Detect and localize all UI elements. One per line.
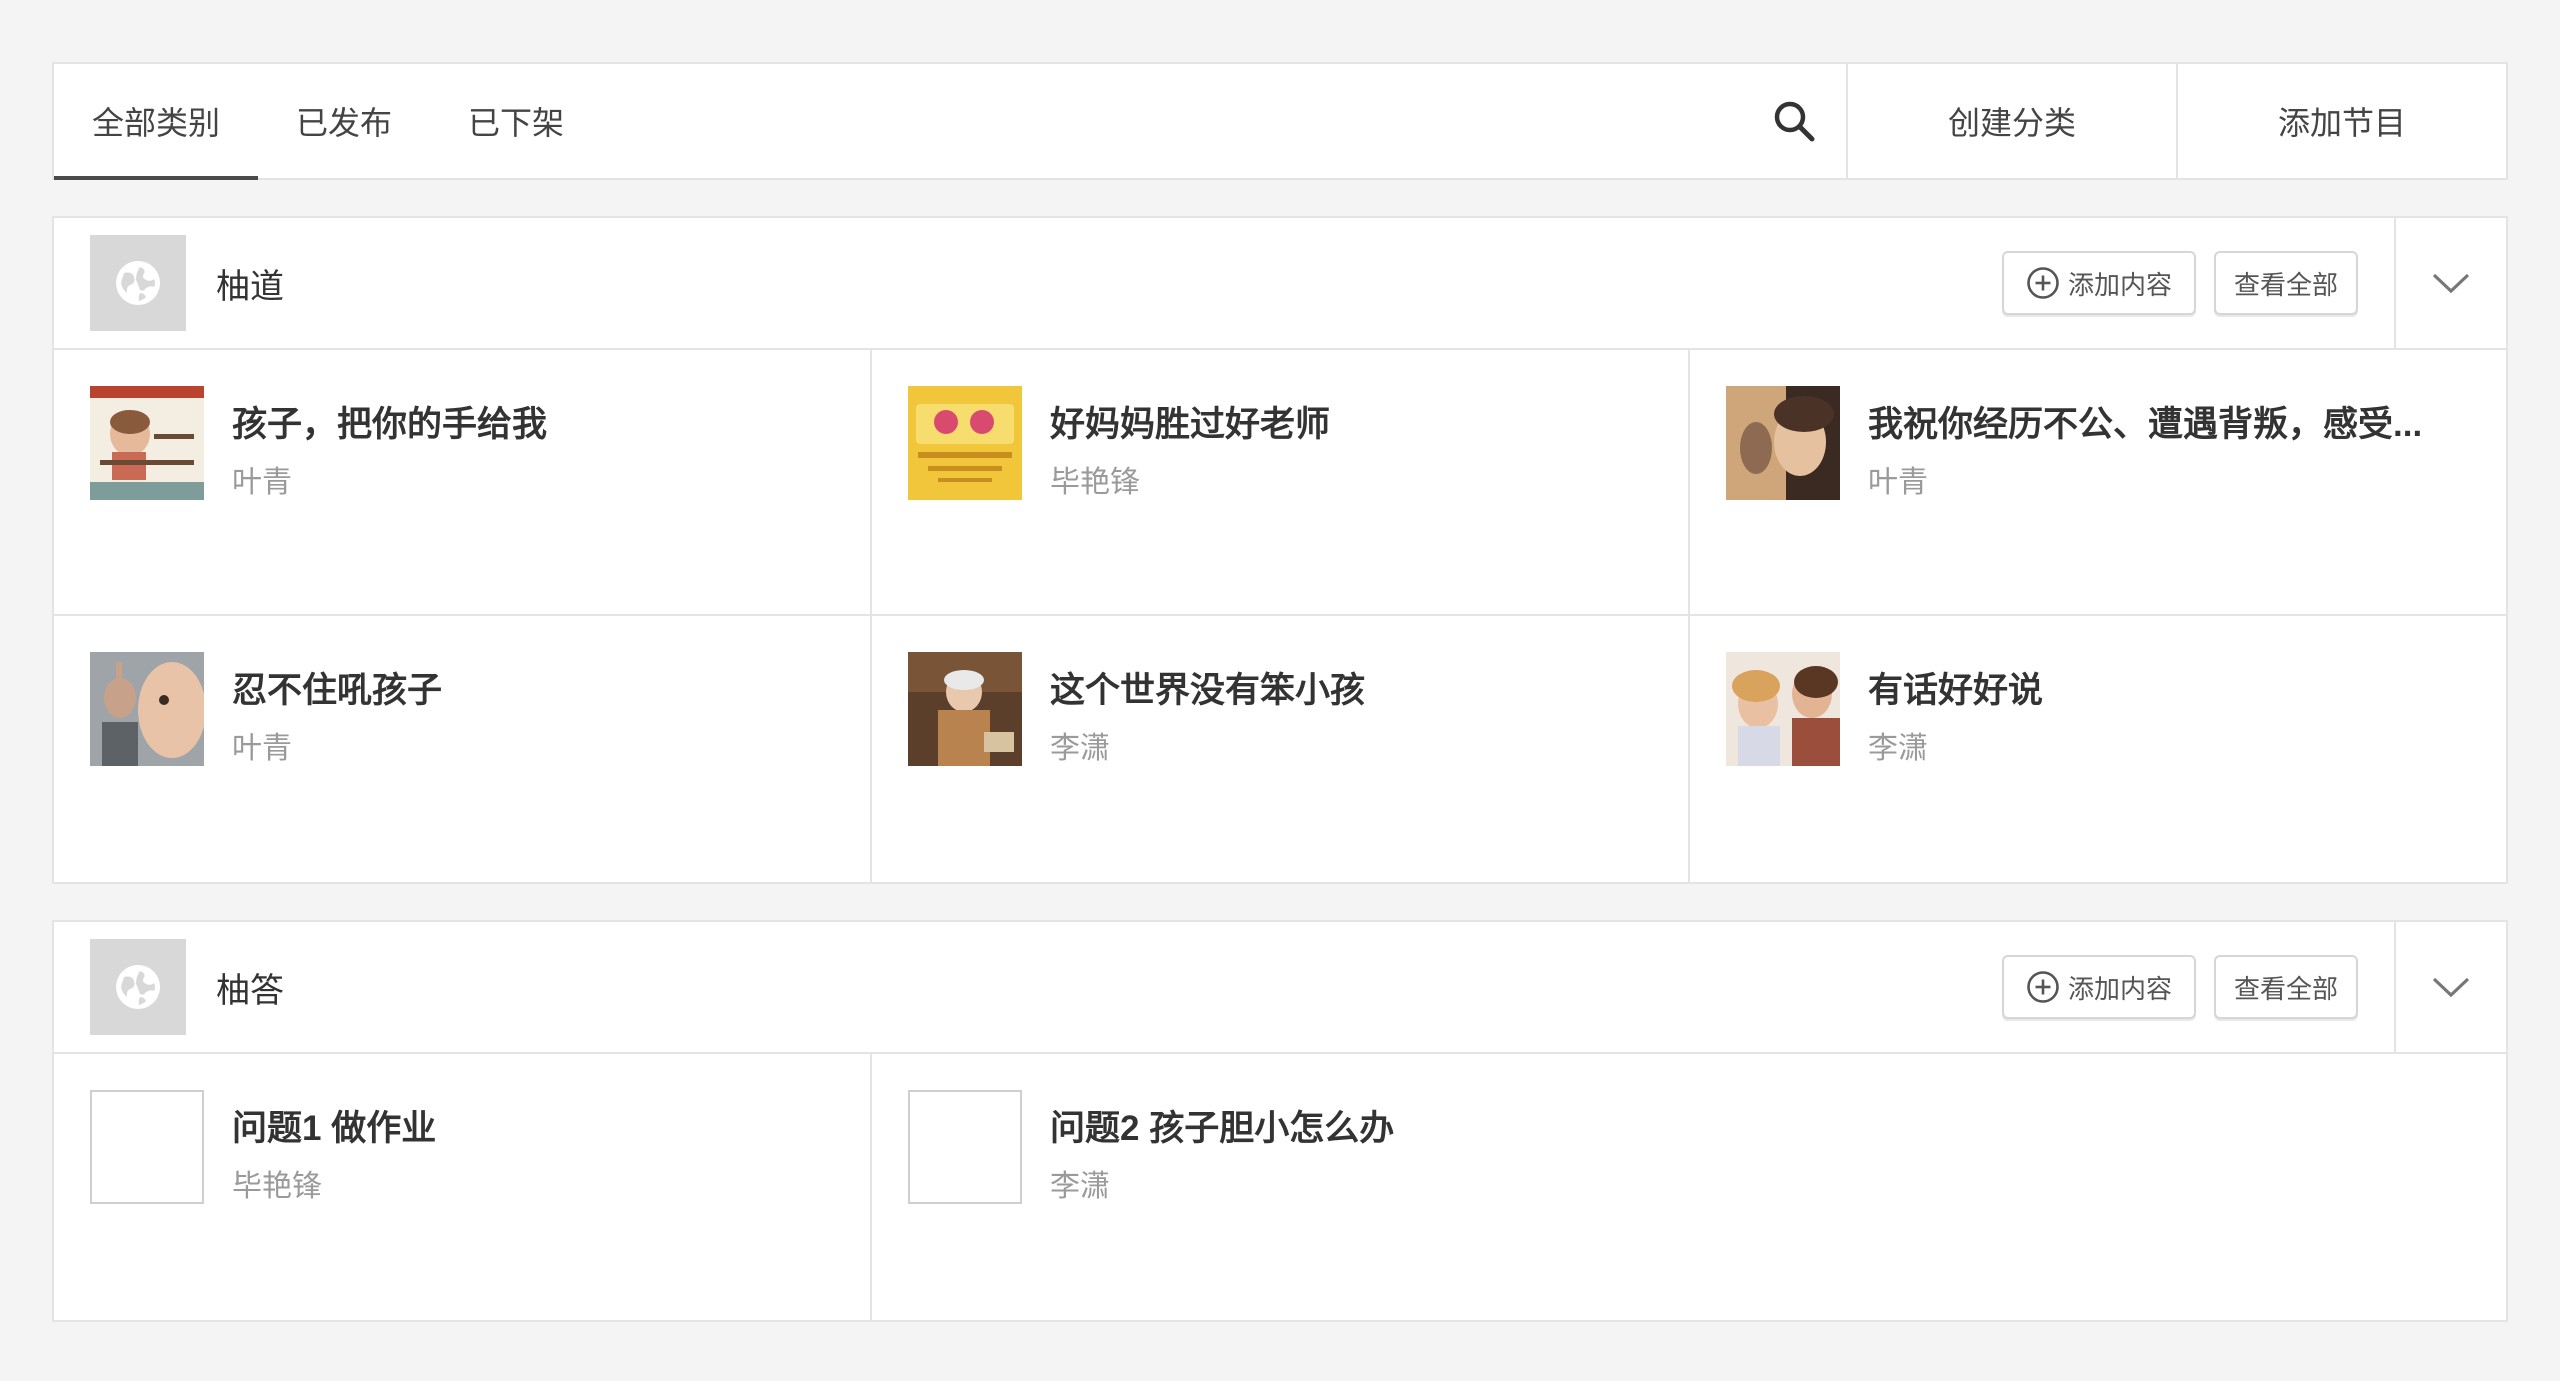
category-header: 柚答 添加内容 查看全部 (54, 922, 2506, 1054)
content-author: 李潇 (1868, 732, 1928, 765)
content-author: 李潇 (1050, 732, 1110, 765)
content-title: 孩子，把你的手给我 (232, 405, 548, 444)
content-title: 问题2 孩子胆小怎么办 (1050, 1109, 1395, 1148)
globe-icon (116, 965, 160, 1009)
cover-image (908, 652, 1022, 766)
content-title: 有话好好说 (1868, 671, 2044, 710)
page: 全部类别 已发布 已下架 创建分类 添加节目 柚道 添加内容 查看全部 孩子，把… (52, 62, 2508, 1322)
globe-icon (116, 261, 160, 305)
add-content-button[interactable]: 添加内容 (2002, 251, 2196, 315)
search-icon (1774, 101, 1815, 142)
cover-image (1726, 652, 1840, 766)
create-category-button[interactable]: 创建分类 (1846, 64, 2176, 178)
content-author: 叶青 (232, 732, 292, 765)
content-grid: 问题1 做作业 毕艳锋 问题2 孩子胆小怎么办 李潇 (54, 1054, 2506, 1320)
tab-unpublished[interactable]: 已下架 (430, 64, 602, 178)
content-title: 我祝你经历不公、遭遇背叛，感受... (1868, 405, 2423, 444)
content-title: 忍不住吼孩子 (232, 671, 443, 710)
category-title: 柚道 (216, 267, 284, 306)
content-author: 毕艳锋 (1050, 466, 1140, 499)
add-content-label: 添加内容 (2067, 269, 2172, 300)
add-content-button[interactable]: 添加内容 (2002, 955, 2196, 1019)
content-title: 问题1 做作业 (232, 1109, 437, 1148)
add-content-label: 添加内容 (2067, 973, 2172, 1004)
filter-tabs: 全部类别 已发布 已下架 (54, 64, 1742, 180)
view-all-button[interactable]: 查看全部 (2214, 955, 2358, 1019)
cover-image (90, 386, 204, 500)
tab-all-categories[interactable]: 全部类别 (54, 64, 259, 180)
plus-circle-icon (2027, 971, 2059, 1003)
plus-circle-icon (2027, 267, 2059, 299)
content-item[interactable]: 忍不住吼孩子 叶青 (54, 616, 872, 882)
cover-image (1726, 386, 1840, 500)
category-avatar (90, 235, 186, 331)
collapse-toggle[interactable] (2394, 922, 2506, 1052)
content-item[interactable]: 有话好好说 李潇 (1690, 616, 2506, 882)
search-button[interactable] (1742, 64, 1846, 178)
category-section: 柚答 添加内容 查看全部 问题1 做作业 毕艳锋 问题2 孩子胆小怎么办 李潇 (52, 920, 2508, 1322)
content-author: 毕艳锋 (232, 1170, 322, 1203)
chevron-down-icon (2432, 977, 2470, 998)
content-item[interactable]: 问题1 做作业 毕艳锋 (54, 1054, 872, 1320)
category-header: 柚道 添加内容 查看全部 (54, 218, 2506, 350)
content-author: 叶青 (1868, 466, 1928, 499)
cover-image (90, 652, 204, 766)
category-section: 柚道 添加内容 查看全部 孩子，把你的手给我 叶青 好妈妈胜过好老师 毕艳锋 我… (52, 216, 2508, 884)
cover-image (908, 386, 1022, 500)
content-item[interactable]: 我祝你经历不公、遭遇背叛，感受... 叶青 (1690, 350, 2506, 616)
category-title: 柚答 (216, 971, 284, 1010)
tab-published[interactable]: 已发布 (258, 64, 430, 178)
content-item[interactable]: 好妈妈胜过好老师 毕艳锋 (872, 350, 1690, 616)
content-grid: 孩子，把你的手给我 叶青 好妈妈胜过好老师 毕艳锋 我祝你经历不公、遭遇背叛，感… (54, 350, 2506, 882)
content-title: 这个世界没有笨小孩 (1050, 671, 1366, 710)
view-all-button[interactable]: 查看全部 (2214, 251, 2358, 315)
chevron-down-icon (2432, 273, 2470, 294)
content-item[interactable]: 问题2 孩子胆小怎么办 李潇 (872, 1054, 1690, 1320)
top-toolbar: 全部类别 已发布 已下架 创建分类 添加节目 (52, 62, 2508, 180)
add-program-button[interactable]: 添加节目 (2176, 64, 2506, 178)
content-item[interactable]: 孩子，把你的手给我 叶青 (54, 350, 872, 616)
content-author: 李潇 (1050, 1170, 1110, 1203)
cover-placeholder (908, 1090, 1022, 1204)
collapse-toggle[interactable] (2394, 218, 2506, 348)
content-title: 好妈妈胜过好老师 (1050, 405, 1331, 444)
cover-placeholder (90, 1090, 204, 1204)
content-author: 叶青 (232, 466, 292, 499)
content-item[interactable]: 这个世界没有笨小孩 李潇 (872, 616, 1690, 882)
category-avatar (90, 939, 186, 1035)
